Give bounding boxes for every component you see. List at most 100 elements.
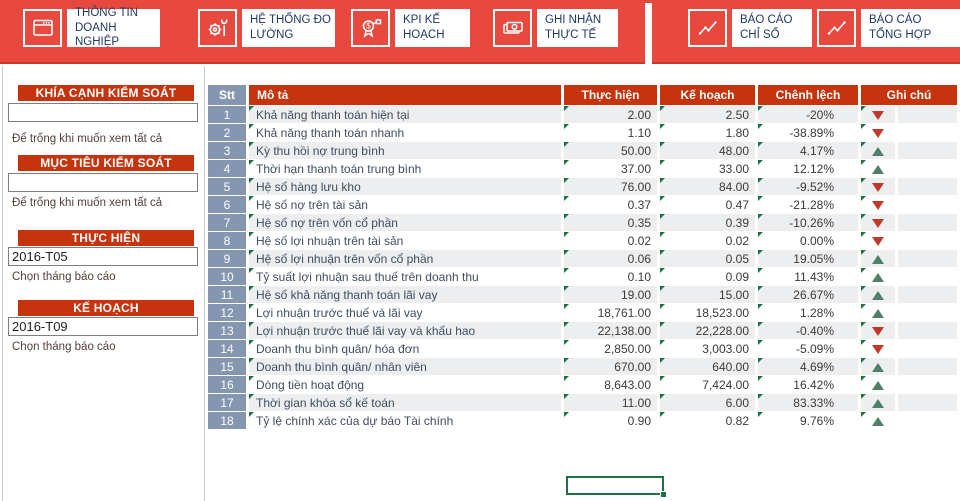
note-cell[interactable] — [898, 304, 957, 321]
actual-value-cell[interactable]: 0.90 — [564, 412, 657, 429]
diff-percent-cell[interactable]: 16.42% — [758, 376, 858, 393]
row-number-cell[interactable]: 13 — [208, 322, 246, 339]
diff-percent-cell[interactable]: -5.09% — [758, 340, 858, 357]
note-cell[interactable] — [898, 394, 957, 411]
note-cell[interactable] — [898, 250, 957, 267]
header-actual[interactable]: Thực hiện — [564, 85, 657, 105]
actual-value-cell[interactable]: 1.10 — [564, 124, 657, 141]
note-cell[interactable] — [898, 106, 957, 123]
description-cell[interactable]: Doanh thu bình quân/ nhân viên — [249, 358, 561, 375]
diff-percent-cell[interactable]: -38.89% — [758, 124, 858, 141]
description-cell[interactable]: Lợi nhuận trước thuế và lãi vay — [249, 304, 561, 321]
diff-percent-cell[interactable]: 11.43% — [758, 268, 858, 285]
note-cell[interactable] — [898, 286, 957, 303]
row-number-cell[interactable]: 14 — [208, 340, 246, 357]
plan-value-cell[interactable]: 0.39 — [660, 214, 755, 231]
trend-cell[interactable] — [861, 322, 895, 339]
header-note[interactable]: Ghi chú — [861, 85, 957, 105]
control-aspect-input[interactable] — [8, 103, 198, 122]
actual-month-input[interactable] — [8, 247, 198, 266]
plan-value-cell[interactable]: 0.02 — [660, 232, 755, 249]
plan-value-cell[interactable]: 0.47 — [660, 196, 755, 213]
row-number-cell[interactable]: 16 — [208, 376, 246, 393]
trend-cell[interactable] — [861, 358, 895, 375]
trend-cell[interactable] — [861, 178, 895, 195]
note-cell[interactable] — [898, 232, 957, 249]
actual-value-cell[interactable]: 2,850.00 — [564, 340, 657, 357]
diff-percent-cell[interactable]: 83.33% — [758, 394, 858, 411]
diff-percent-cell[interactable]: 4.17% — [758, 142, 858, 159]
trend-cell[interactable] — [861, 250, 895, 267]
actual-value-cell[interactable]: 2.00 — [564, 106, 657, 123]
description-cell[interactable]: Tỷ suất lợi nhuận sau thuế trên doanh th… — [249, 268, 561, 285]
row-number-cell[interactable]: 11 — [208, 286, 246, 303]
row-number-cell[interactable]: 17 — [208, 394, 246, 411]
trend-cell[interactable] — [861, 376, 895, 393]
diff-percent-cell[interactable]: 26.67% — [758, 286, 858, 303]
trend-cell[interactable] — [861, 286, 895, 303]
company-info-button[interactable]: THÔNG TIN DOANH NGHIỆP — [23, 9, 160, 47]
note-cell[interactable] — [898, 340, 957, 357]
row-number-cell[interactable]: 7 — [208, 214, 246, 231]
description-cell[interactable]: Hệ số nợ trên vốn cổ phần — [249, 214, 561, 231]
row-number-cell[interactable]: 5 — [208, 178, 246, 195]
trend-cell[interactable] — [861, 340, 895, 357]
actual-value-cell[interactable]: 19.00 — [564, 286, 657, 303]
header-stt[interactable]: Stt — [208, 85, 246, 105]
summary-report-button[interactable]: BÁO CÁO TỔNG HỢP — [817, 9, 960, 47]
trend-cell[interactable] — [861, 142, 895, 159]
actual-value-cell[interactable]: 11.00 — [564, 394, 657, 411]
description-cell[interactable]: Hệ số khả năng thanh toán lãi vay — [249, 286, 561, 303]
note-cell[interactable] — [898, 268, 957, 285]
description-cell[interactable]: Lợi nhuận trước thuế lãi vay và khấu hao — [249, 322, 561, 339]
selection-fill-handle[interactable] — [660, 491, 667, 498]
measurement-system-button[interactable]: HỆ THỐNG ĐO LƯỜNG — [198, 9, 335, 47]
row-number-cell[interactable]: 12 — [208, 304, 246, 321]
plan-value-cell[interactable]: 7,424.00 — [660, 376, 755, 393]
diff-percent-cell[interactable]: -9.52% — [758, 178, 858, 195]
note-cell[interactable] — [898, 196, 957, 213]
row-number-cell[interactable]: 18 — [208, 412, 246, 429]
trend-cell[interactable] — [861, 106, 895, 123]
note-cell[interactable] — [898, 412, 957, 429]
plan-value-cell[interactable]: 18,523.00 — [660, 304, 755, 321]
description-cell[interactable]: Dòng tiền hoạt động — [249, 376, 561, 393]
actual-value-cell[interactable]: 670.00 — [564, 358, 657, 375]
actual-value-cell[interactable]: 8,643.00 — [564, 376, 657, 393]
trend-cell[interactable] — [861, 268, 895, 285]
note-cell[interactable] — [898, 124, 957, 141]
trend-cell[interactable] — [861, 232, 895, 249]
control-target-input[interactable] — [8, 173, 198, 192]
actual-entry-button[interactable]: GHI NHẬN THỰC TẾ — [493, 9, 618, 47]
row-number-cell[interactable]: 9 — [208, 250, 246, 267]
note-cell[interactable] — [898, 214, 957, 231]
description-cell[interactable]: Khả năng thanh toán hiện tại — [249, 106, 561, 123]
plan-value-cell[interactable]: 1.80 — [660, 124, 755, 141]
actual-value-cell[interactable]: 18,761.00 — [564, 304, 657, 321]
actual-value-cell[interactable]: 76.00 — [564, 178, 657, 195]
description-cell[interactable]: Thời gian khóa sổ kế toán — [249, 394, 561, 411]
trend-cell[interactable] — [861, 160, 895, 177]
note-cell[interactable] — [898, 322, 957, 339]
trend-cell[interactable] — [861, 304, 895, 321]
actual-value-cell[interactable]: 0.06 — [564, 250, 657, 267]
note-cell[interactable] — [898, 358, 957, 375]
actual-value-cell[interactable]: 0.35 — [564, 214, 657, 231]
description-cell[interactable]: Hệ số nợ trên tài sản — [249, 196, 561, 213]
actual-value-cell[interactable]: 50.00 — [564, 142, 657, 159]
row-number-cell[interactable]: 1 — [208, 106, 246, 123]
diff-percent-cell[interactable]: 9.76% — [758, 412, 858, 429]
description-cell[interactable]: Khả năng thanh toán nhanh — [249, 124, 561, 141]
plan-value-cell[interactable]: 2.50 — [660, 106, 755, 123]
description-cell[interactable]: Hệ số lợi nhuận trên tài sản — [249, 232, 561, 249]
note-cell[interactable] — [898, 160, 957, 177]
diff-percent-cell[interactable]: -10.26% — [758, 214, 858, 231]
row-number-cell[interactable]: 10 — [208, 268, 246, 285]
plan-value-cell[interactable]: 0.09 — [660, 268, 755, 285]
row-number-cell[interactable]: 15 — [208, 358, 246, 375]
diff-percent-cell[interactable]: 0.00% — [758, 232, 858, 249]
index-report-button[interactable]: BÁO CÁO CHỈ SỐ — [688, 9, 812, 47]
header-plan[interactable]: Kế hoạch — [660, 85, 755, 105]
plan-value-cell[interactable]: 6.00 — [660, 394, 755, 411]
trend-cell[interactable] — [861, 214, 895, 231]
